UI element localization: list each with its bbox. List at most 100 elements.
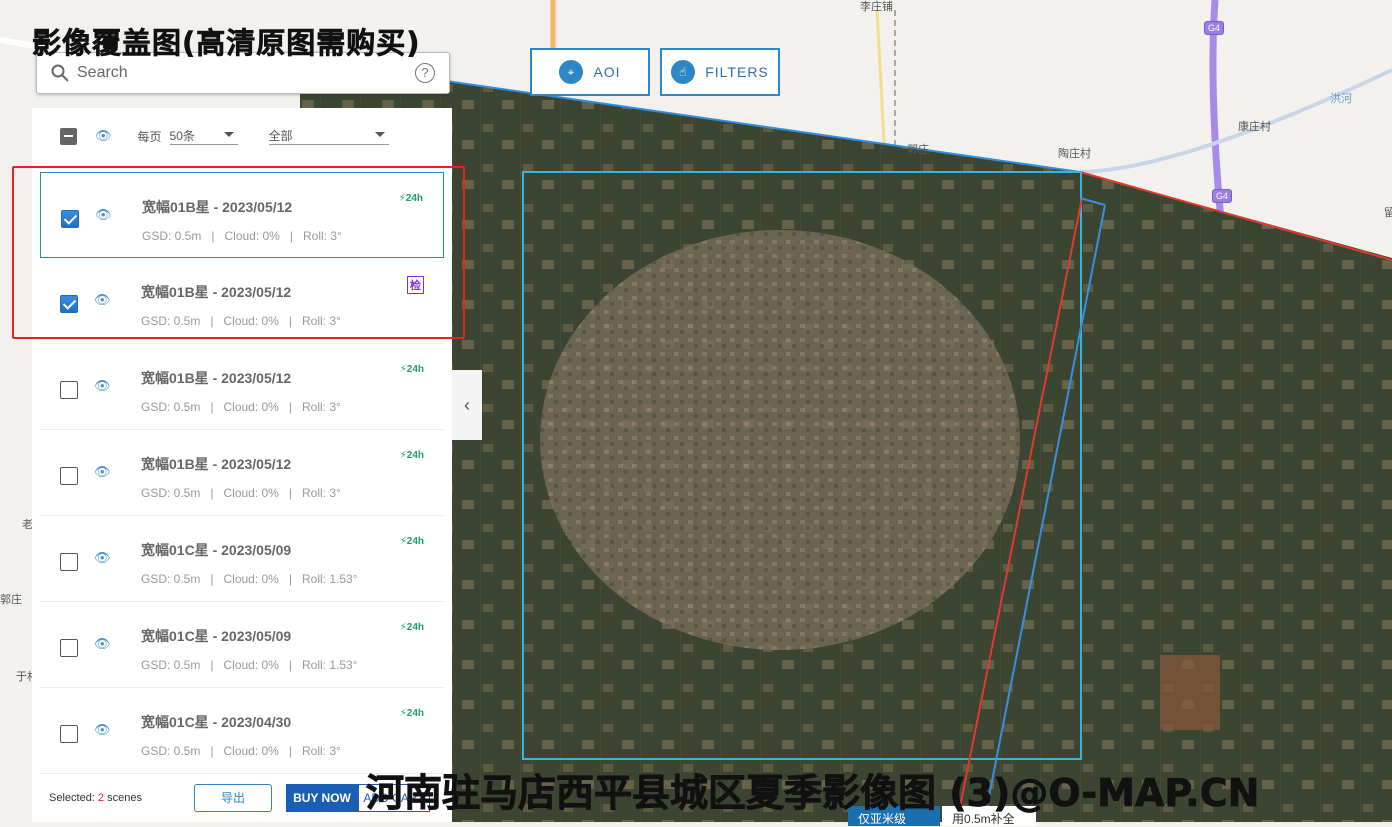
gsd: GSD: 0.5m <box>141 572 201 586</box>
search-icon <box>51 64 69 82</box>
gsd: GSD: 0.5m <box>141 400 201 414</box>
badge-text: 24h <box>406 622 424 633</box>
scene-list-item[interactable]: 👁 宽幅01B星 - 2023/05/12 GSD: 0.5m | Cloud:… <box>40 258 444 344</box>
selected-suffix: scenes <box>104 792 142 804</box>
badge-text: 检 <box>410 280 421 292</box>
scene-checkbox[interactable] <box>61 210 79 228</box>
per-page-label: 每页 <box>137 129 162 144</box>
overlay-title: 影像覆盖图(高清原图需购买) <box>32 26 421 61</box>
filters-label: FILTERS <box>705 64 769 80</box>
help-icon[interactable]: ? <box>415 63 435 83</box>
scene-list-panel: 👁 每页 50条 全部 👁 宽幅01B星 - 2023/05/12 GSD: 0… <box>32 108 452 822</box>
eye-icon[interactable]: 👁 <box>94 292 111 308</box>
scene-title: 宽幅01B星 - 2023/05/12 <box>142 199 293 215</box>
eye-icon[interactable]: 👁 <box>94 636 111 652</box>
list-header: 👁 每页 50条 全部 <box>32 108 452 164</box>
selected-prefix: Selected: <box>49 792 98 804</box>
map-label: 陶庄村 <box>1058 148 1091 160</box>
chevron-left-icon: ‹ <box>464 395 470 415</box>
map-label: 洪河 <box>1330 93 1352 105</box>
badge-text: 24h <box>406 450 424 461</box>
inspection-badge-icon: 检 <box>407 276 424 294</box>
collapse-panel-button[interactable]: ‹ <box>452 370 482 440</box>
roll: Roll: 3° <box>301 744 341 758</box>
map-label: 李庄铺 <box>860 1 893 13</box>
roll: Roll: 3° <box>301 400 341 414</box>
gsd: GSD: 0.5m <box>142 229 202 243</box>
badge-text: 24h <box>406 364 424 375</box>
watermark-caption: 河南驻马店西平县城区夏季影像图 (3)@O-MAP.CN <box>366 771 1260 816</box>
scene-checkbox[interactable] <box>60 381 78 399</box>
cloud: Cloud: 0% <box>224 229 280 243</box>
filters-button[interactable]: ☝ FILTERS <box>660 48 780 96</box>
gsd: GSD: 0.5m <box>141 486 201 500</box>
scene-title: 宽幅01C星 - 2023/04/30 <box>141 714 292 730</box>
scene-meta: GSD: 0.5m | Cloud: 0% | Roll: 1.53° <box>141 572 358 586</box>
gsd: GSD: 0.5m <box>141 658 201 672</box>
lightning-24h-icon: ⚡24h <box>399 450 424 461</box>
cloud: Cloud: 0% <box>223 658 279 672</box>
scene-title: 宽幅01C星 - 2023/05/09 <box>141 542 292 558</box>
roll: Roll: 3° <box>302 229 342 243</box>
lightning-24h-icon: ⚡24h <box>399 708 424 719</box>
hand-pointer-icon: ☝ <box>671 60 696 84</box>
select-all-checkbox[interactable] <box>60 127 77 145</box>
filter-select[interactable]: 全部 <box>268 127 389 145</box>
aoi-button[interactable]: ⌖ AOI <box>530 48 650 96</box>
scene-meta: GSD: 0.5m | Cloud: 0% | Roll: 3° <box>141 486 341 500</box>
eye-icon[interactable]: 👁 <box>95 128 112 144</box>
scene-title: 宽幅01B星 - 2023/05/12 <box>141 284 292 300</box>
scene-list-item[interactable]: 👁 宽幅01C星 - 2023/05/09 GSD: 0.5m | Cloud:… <box>40 602 444 688</box>
eye-icon[interactable]: 👁 <box>94 550 111 566</box>
export-button[interactable]: 导出 <box>193 784 272 812</box>
scene-meta: GSD: 0.5m | Cloud: 0% | Roll: 3° <box>141 744 341 758</box>
lightning-24h-icon: ⚡24h <box>399 622 424 633</box>
buy-now-button[interactable]: BUY NOW <box>285 784 358 812</box>
scene-list-item[interactable]: 👁 宽幅01B星 - 2023/05/12 GSD: 0.5m | Cloud:… <box>40 344 444 430</box>
badge-text: 24h <box>406 536 424 547</box>
eye-icon[interactable]: 👁 <box>94 378 111 394</box>
lightning-24h-icon: ⚡24h <box>398 193 423 204</box>
roll: Roll: 3° <box>301 486 341 500</box>
scene-list-item[interactable]: 👁 宽幅01B星 - 2023/05/12 GSD: 0.5m | Cloud:… <box>40 430 444 516</box>
badge-text: 24h <box>406 708 424 719</box>
cloud: Cloud: 0% <box>223 572 279 586</box>
scene-checkbox[interactable] <box>60 467 78 485</box>
urban-area <box>540 230 1020 650</box>
map-label: 康庄村 <box>1238 121 1271 133</box>
gsd: GSD: 0.5m <box>141 314 201 328</box>
map-pin-icon: ⌖ <box>559 60 584 84</box>
cloud: Cloud: 0% <box>223 314 279 328</box>
aoi-label: AOI <box>593 64 621 80</box>
cloud: Cloud: 0% <box>223 744 279 758</box>
eye-icon[interactable]: 👁 <box>94 464 111 480</box>
scene-list-item[interactable]: 👁 宽幅01C星 - 2023/05/09 GSD: 0.5m | Cloud:… <box>40 516 444 602</box>
badge-text: 24h <box>405 193 423 204</box>
scene-checkbox[interactable] <box>60 295 78 313</box>
map-label: 郭庄 <box>0 594 22 606</box>
scene-title: 宽幅01C星 - 2023/05/09 <box>141 628 292 644</box>
eye-icon[interactable]: 👁 <box>94 722 111 738</box>
scene-meta: GSD: 0.5m | Cloud: 0% | Roll: 1.53° <box>141 658 358 672</box>
scene-title: 宽幅01B星 - 2023/05/12 <box>141 370 292 386</box>
per-page-select[interactable]: 50条 <box>169 127 238 145</box>
cloud: Cloud: 0% <box>223 486 279 500</box>
scene-checkbox[interactable] <box>60 553 78 571</box>
map-label: 留 <box>1384 207 1392 219</box>
roll: Roll: 1.53° <box>301 658 358 672</box>
gsd: GSD: 0.5m <box>141 744 201 758</box>
scene-title: 宽幅01B星 - 2023/05/12 <box>141 456 292 472</box>
highway-shield: G4 <box>1212 189 1233 203</box>
scene-checkbox[interactable] <box>60 725 78 743</box>
scene-meta: GSD: 0.5m | Cloud: 0% | Roll: 3° <box>141 400 341 414</box>
highway-shield: G4 <box>1204 21 1225 35</box>
eye-icon[interactable]: 👁 <box>95 207 112 223</box>
selected-count-text: Selected: 2 scenes <box>49 792 142 804</box>
fields-patch <box>1160 655 1220 730</box>
scene-list-item[interactable]: 👁 宽幅01B星 - 2023/05/12 GSD: 0.5m | Cloud:… <box>40 172 444 258</box>
roll: Roll: 1.53° <box>301 572 358 586</box>
search-placeholder: Search <box>77 64 128 81</box>
map-label: 郭庄 <box>907 144 929 156</box>
scene-meta: GSD: 0.5m | Cloud: 0% | Roll: 3° <box>141 314 341 328</box>
scene-checkbox[interactable] <box>60 639 78 657</box>
